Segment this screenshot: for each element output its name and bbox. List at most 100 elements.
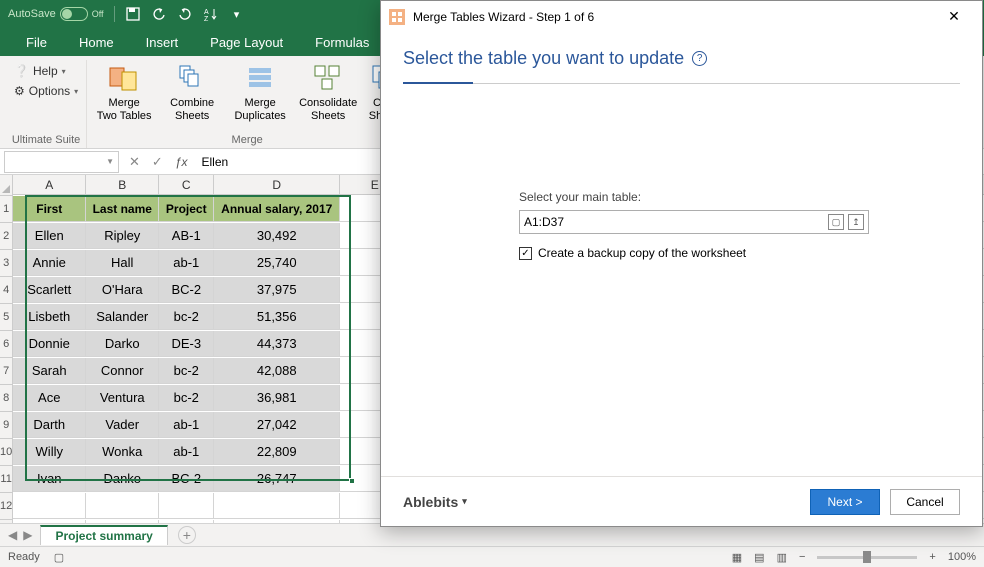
table-cell[interactable]: Ivan bbox=[13, 466, 86, 492]
table-cell[interactable]: BC-2 bbox=[159, 466, 214, 492]
add-sheet-button[interactable]: + bbox=[178, 526, 196, 544]
table-cell[interactable]: AB-1 bbox=[159, 223, 214, 249]
row-header-8[interactable]: 8 bbox=[0, 384, 13, 411]
col-header-C[interactable]: C bbox=[159, 175, 214, 195]
tab-file[interactable]: File bbox=[10, 30, 63, 56]
table-cell[interactable]: Scarlett bbox=[13, 277, 86, 303]
combine-sheets-button[interactable]: Combine Sheets bbox=[159, 60, 225, 123]
cancel-button[interactable]: Cancel bbox=[890, 489, 960, 515]
view-normal-icon[interactable]: ▦ bbox=[732, 551, 742, 564]
table-cell[interactable]: Sarah bbox=[13, 358, 86, 384]
undo-icon[interactable] bbox=[151, 6, 167, 22]
tab-insert[interactable]: Insert bbox=[130, 30, 195, 56]
name-box[interactable]: ▼ bbox=[4, 151, 119, 173]
table-header-cell[interactable]: Project bbox=[159, 196, 214, 222]
sheet-tab-active[interactable]: Project summary bbox=[40, 525, 167, 545]
table-cell[interactable]: bc-2 bbox=[159, 304, 214, 330]
row-header-3[interactable]: 3 bbox=[0, 249, 13, 276]
close-icon[interactable]: ✕ bbox=[934, 8, 974, 25]
sort-icon[interactable]: AZ bbox=[203, 6, 219, 22]
row-header-5[interactable]: 5 bbox=[0, 303, 13, 330]
brand-menu[interactable]: Ablebits▾ bbox=[403, 494, 467, 510]
cancel-icon[interactable]: ✕ bbox=[129, 154, 140, 170]
redo-icon[interactable] bbox=[177, 6, 193, 22]
table-cell[interactable]: Wonka bbox=[86, 439, 159, 465]
enter-icon[interactable]: ✓ bbox=[152, 154, 163, 170]
sheet-nav-next-icon[interactable]: ▶ bbox=[23, 528, 32, 542]
row-header-10[interactable]: 10 bbox=[0, 438, 13, 465]
zoom-slider[interactable] bbox=[817, 556, 917, 559]
col-header-A[interactable]: A bbox=[13, 175, 86, 195]
expand-range-icon[interactable]: ↥ bbox=[848, 214, 864, 230]
table-cell[interactable]: Connor bbox=[86, 358, 159, 384]
table-header-cell[interactable]: Last name bbox=[86, 196, 159, 222]
options-button[interactable]: ⚙Options▾ bbox=[10, 82, 82, 100]
row-header-12[interactable]: 12 bbox=[0, 492, 13, 519]
merge-duplicates-button[interactable]: Merge Duplicates bbox=[227, 60, 293, 123]
tab-home[interactable]: Home bbox=[63, 30, 130, 56]
table-cell[interactable]: 22,809 bbox=[214, 439, 340, 465]
consolidate-button[interactable]: Consolidate Sheets bbox=[295, 60, 361, 123]
table-header-cell[interactable]: Annual salary, 2017 bbox=[214, 196, 340, 222]
row-header-4[interactable]: 4 bbox=[0, 276, 13, 303]
zoom-out-button[interactable]: − bbox=[799, 551, 805, 563]
table-header-cell[interactable]: First name bbox=[13, 196, 86, 222]
autosave-toggle[interactable]: AutoSave Off bbox=[8, 7, 104, 21]
table-cell[interactable]: 42,088 bbox=[214, 358, 340, 384]
customize-qat-icon[interactable]: ▾ bbox=[229, 6, 245, 22]
table-cell[interactable]: 37,975 bbox=[214, 277, 340, 303]
table-cell[interactable]: Willy bbox=[13, 439, 86, 465]
merge-two-tables-button[interactable]: Merge Two Tables bbox=[91, 60, 157, 123]
table-cell[interactable]: ab-1 bbox=[159, 439, 214, 465]
tab-pagelayout[interactable]: Page Layout bbox=[194, 30, 299, 56]
table-cell[interactable]: bc-2 bbox=[159, 358, 214, 384]
table-cell[interactable]: Donnie bbox=[13, 331, 86, 357]
table-cell[interactable]: Ripley bbox=[86, 223, 159, 249]
table-cell[interactable]: Ellen bbox=[13, 223, 86, 249]
table-cell[interactable]: Ventura bbox=[86, 385, 159, 411]
row-header-9[interactable]: 9 bbox=[0, 411, 13, 438]
row-header-11[interactable]: 11 bbox=[0, 465, 13, 492]
table-cell[interactable]: Hall bbox=[86, 250, 159, 276]
table-cell[interactable]: 30,492 bbox=[214, 223, 340, 249]
row-header-2[interactable]: 2 bbox=[0, 222, 13, 249]
save-icon[interactable] bbox=[125, 6, 141, 22]
table-cell[interactable]: 51,356 bbox=[214, 304, 340, 330]
table-cell[interactable]: Annie bbox=[13, 250, 86, 276]
col-header-D[interactable]: D bbox=[214, 175, 340, 195]
view-pagebreak-icon[interactable]: ▥ bbox=[777, 551, 787, 564]
fx-icon[interactable]: ƒx bbox=[175, 155, 188, 169]
select-range-icon[interactable]: ▢ bbox=[828, 214, 844, 230]
zoom-in-button[interactable]: + bbox=[929, 551, 935, 563]
backup-checkbox[interactable]: ✓ Create a backup copy of the worksheet bbox=[519, 246, 960, 260]
table-cell[interactable]: ab-1 bbox=[159, 250, 214, 276]
table-cell[interactable]: 36,981 bbox=[214, 385, 340, 411]
table-cell[interactable]: Ace bbox=[13, 385, 86, 411]
table-cell[interactable]: ab-1 bbox=[159, 412, 214, 438]
range-input[interactable]: A1:D37 ▢ ↥ bbox=[519, 210, 869, 234]
empty-cell[interactable] bbox=[13, 493, 86, 519]
table-cell[interactable]: Darth bbox=[13, 412, 86, 438]
tab-formulas[interactable]: Formulas bbox=[299, 30, 385, 56]
table-cell[interactable]: BC-2 bbox=[159, 277, 214, 303]
sheet-nav-prev-icon[interactable]: ◀ bbox=[8, 528, 17, 542]
empty-cell[interactable] bbox=[214, 493, 340, 519]
select-all-corner[interactable] bbox=[0, 175, 13, 195]
view-pagelayout-icon[interactable]: ▤ bbox=[754, 551, 764, 564]
help-icon[interactable]: ? bbox=[692, 51, 707, 66]
table-cell[interactable]: 26,747 bbox=[214, 466, 340, 492]
row-header-6[interactable]: 6 bbox=[0, 330, 13, 357]
help-button[interactable]: ❔Help▾ bbox=[10, 62, 82, 80]
table-cell[interactable]: bc-2 bbox=[159, 385, 214, 411]
table-cell[interactable]: DE-3 bbox=[159, 331, 214, 357]
next-button[interactable]: Next > bbox=[810, 489, 880, 515]
table-cell[interactable]: 44,373 bbox=[214, 331, 340, 357]
table-cell[interactable]: O'Hara bbox=[86, 277, 159, 303]
row-header-7[interactable]: 7 bbox=[0, 357, 13, 384]
table-cell[interactable]: 25,740 bbox=[214, 250, 340, 276]
table-cell[interactable]: Lisbeth bbox=[13, 304, 86, 330]
table-cell[interactable]: Salander bbox=[86, 304, 159, 330]
col-header-B[interactable]: B bbox=[86, 175, 159, 195]
table-cell[interactable]: 27,042 bbox=[214, 412, 340, 438]
fill-handle[interactable] bbox=[349, 478, 355, 484]
